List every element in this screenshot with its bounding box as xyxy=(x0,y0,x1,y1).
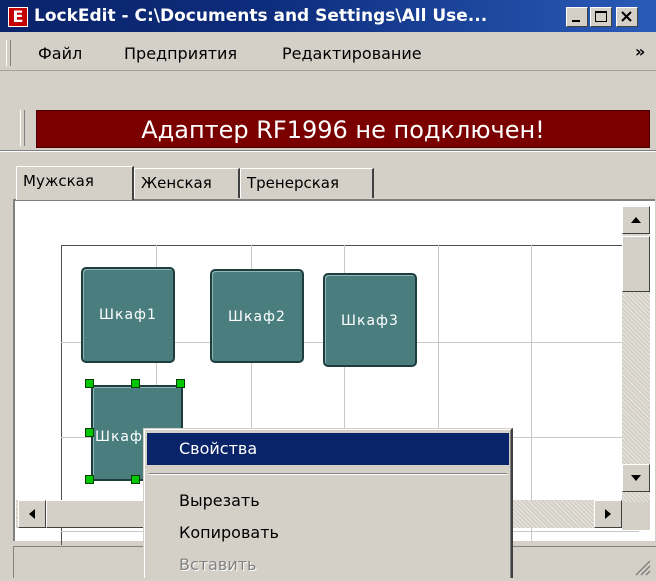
menu-overflow-chevron-icon[interactable]: » xyxy=(635,42,645,61)
selection-handle[interactable] xyxy=(131,475,140,484)
maximize-button[interactable] xyxy=(590,7,612,27)
menu-grip[interactable] xyxy=(6,40,11,66)
app-icon[interactable]: E xyxy=(8,7,28,27)
minimize-button[interactable] xyxy=(566,7,588,27)
cabinet-2[interactable]: Шкаф2 xyxy=(210,269,304,363)
arrow-left-icon xyxy=(29,509,35,519)
context-menu-item-cut[interactable]: Вырезать xyxy=(147,485,509,517)
tab-coach[interactable]: Тренерская xyxy=(240,168,374,198)
menu-edit[interactable]: Редактирование xyxy=(276,42,428,66)
menu-enterprises[interactable]: Предприятия xyxy=(118,42,243,66)
menu-file[interactable]: Файл xyxy=(32,42,88,66)
context-menu-item-paste[interactable]: Вставить xyxy=(147,549,509,581)
title-bar[interactable]: E LockEdit - C:\Documents and Settings\A… xyxy=(0,0,656,34)
scroll-corner xyxy=(622,502,650,530)
cabinet-label: Шкаф2 xyxy=(228,309,286,325)
resize-grip-icon[interactable] xyxy=(632,557,652,577)
tab-female[interactable]: Женская xyxy=(134,168,240,198)
selection-handle[interactable] xyxy=(131,379,140,388)
close-button[interactable] xyxy=(616,7,638,27)
toolbar-grip[interactable] xyxy=(20,110,25,146)
scroll-up-button[interactable] xyxy=(622,206,650,234)
divider xyxy=(0,151,656,152)
scroll-right-button[interactable] xyxy=(594,500,622,528)
close-icon xyxy=(621,11,632,22)
menu-bar: Файл Предприятия Редактирование » xyxy=(0,36,656,71)
cabinet-label: Шкаф1 xyxy=(99,307,157,323)
horizontal-scroll-thumb[interactable] xyxy=(46,500,146,528)
scroll-left-button[interactable] xyxy=(18,500,46,528)
cabinet-3[interactable]: Шкаф3 xyxy=(323,273,417,367)
selection-handle[interactable] xyxy=(85,379,94,388)
arrow-right-icon xyxy=(605,509,611,519)
context-menu-item-copy[interactable]: Копировать xyxy=(147,517,509,549)
minimize-icon xyxy=(572,20,580,22)
selection-handle[interactable] xyxy=(85,475,94,484)
context-menu-item-properties[interactable]: Свойства xyxy=(147,433,509,465)
arrow-down-icon xyxy=(631,475,641,481)
vertical-scrollbar[interactable] xyxy=(622,206,650,502)
cabinet-1[interactable]: Шкаф1 xyxy=(81,267,175,363)
context-menu-separator xyxy=(149,473,507,475)
window-title: LockEdit - C:\Documents and Settings\All… xyxy=(34,6,488,26)
adapter-status-banner: Адаптер RF1996 не подключен! xyxy=(36,110,650,148)
scroll-down-button[interactable] xyxy=(622,464,650,492)
selection-handle[interactable] xyxy=(85,428,94,437)
maximize-icon xyxy=(595,11,607,22)
selection-handle[interactable] xyxy=(176,379,185,388)
context-menu: Свойства Вырезать Копировать Вставить xyxy=(143,428,513,578)
cabinet-label: Шкаф3 xyxy=(341,313,399,329)
arrow-up-icon xyxy=(631,217,641,223)
tab-male[interactable]: Мужская xyxy=(16,166,134,200)
vertical-scroll-thumb[interactable] xyxy=(622,236,650,292)
